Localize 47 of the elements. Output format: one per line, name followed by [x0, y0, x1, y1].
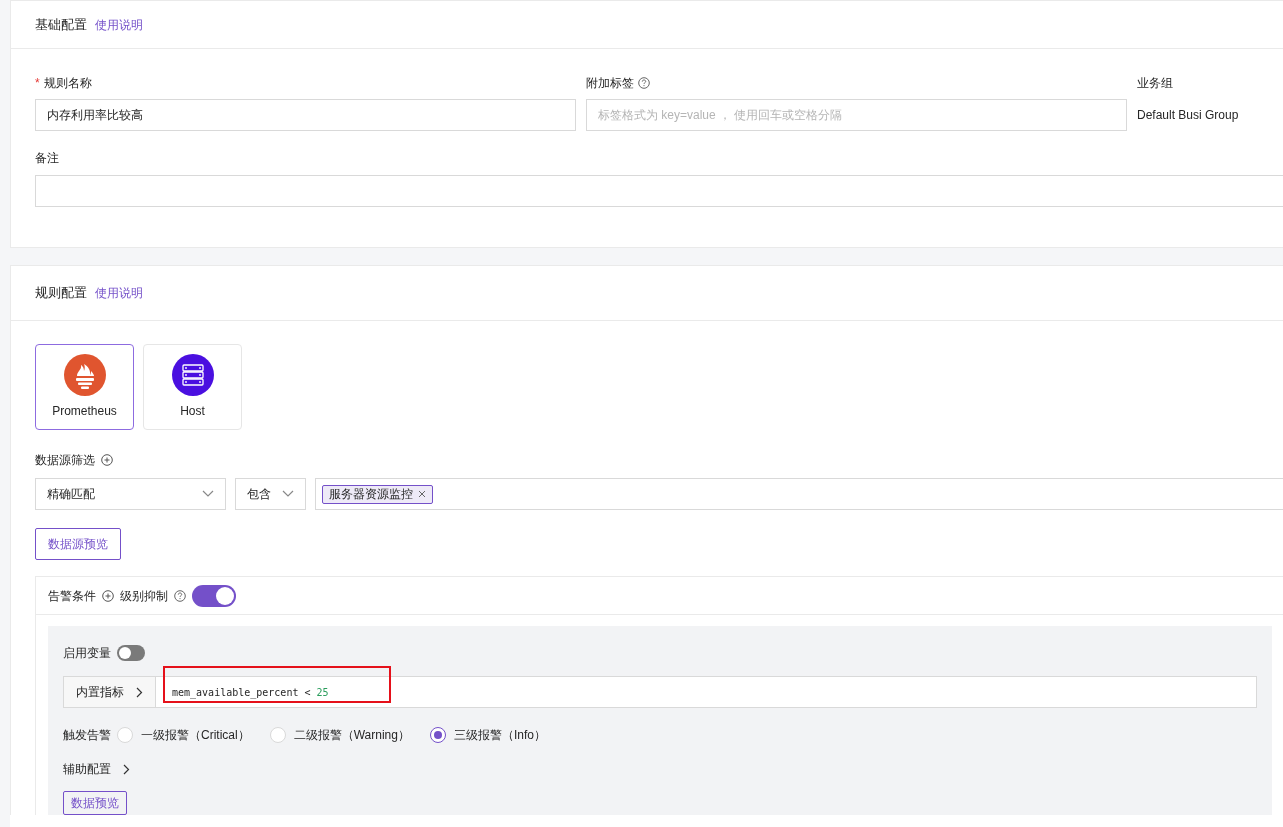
chevron-right-icon: [136, 686, 143, 698]
operator-select[interactable]: 包含: [235, 478, 306, 510]
aux-config-toggle[interactable]: 辅助配置: [63, 760, 130, 778]
section-title: 规则配置: [35, 284, 87, 303]
datasource-card[interactable]: Host: [143, 344, 242, 430]
match-select[interactable]: 精确匹配: [35, 478, 226, 510]
field-label: 规则名称: [43, 75, 92, 92]
metric-addon[interactable]: 内置指标: [63, 676, 156, 708]
field-label: 附加标签: [586, 75, 634, 92]
level-radio[interactable]: 一级报警（Critical）: [117, 726, 250, 744]
query-number: 25: [316, 685, 329, 700]
panel-title: 告警条件: [48, 587, 96, 605]
field-label: 业务组: [1137, 75, 1174, 91]
help-link[interactable]: 使用说明: [95, 284, 143, 302]
data-preview-button[interactable]: 数据预览: [63, 791, 127, 815]
variable-switch[interactable]: [117, 645, 145, 661]
preview-button[interactable]: 数据源预览: [35, 528, 121, 560]
group-value: Default Busi Group: [1137, 107, 1239, 124]
tag-select[interactable]: 服务器资源监控: [315, 478, 1283, 510]
input-field[interactable]: 标签格式为 key=value ， 使用回车或空格分隔: [586, 99, 1127, 131]
field-label: 级别抑制: [120, 587, 168, 605]
field-label: 数据源筛选: [35, 452, 95, 469]
server-icon: [171, 354, 214, 396]
help-link[interactable]: 使用说明: [95, 15, 143, 34]
input-field[interactable]: [35, 175, 1283, 207]
flame-icon: [63, 354, 106, 396]
chevron-down-icon: [202, 490, 214, 498]
required-mark: *: [35, 75, 40, 92]
query-operator: <: [304, 685, 311, 700]
field-label: 触发告警: [63, 727, 111, 744]
chevron-right-icon: [123, 763, 130, 775]
level-radio[interactable]: 二级报警（Warning）: [269, 726, 410, 744]
chevron-down-icon: [282, 490, 294, 498]
tag-text: 服务器资源监控: [329, 486, 413, 503]
close-icon[interactable]: [418, 490, 426, 498]
field-label: 启用变量: [63, 645, 111, 662]
query-metric: mem_available_percent: [172, 685, 299, 700]
add-icon[interactable]: [102, 589, 114, 602]
level-radio[interactable]: 三级报警（Info）: [429, 726, 546, 744]
add-icon[interactable]: [101, 454, 113, 466]
section-title: 基础配置: [35, 15, 87, 34]
field-label: 备注: [35, 150, 60, 167]
datasource-card[interactable]: Prometheus: [35, 344, 134, 430]
help-icon: [174, 589, 186, 602]
suppress-switch[interactable]: [192, 584, 236, 607]
query-field[interactable]: mem_available_percent < 25: [156, 676, 1257, 708]
input-field[interactable]: 内存利用率比较高: [35, 99, 576, 131]
